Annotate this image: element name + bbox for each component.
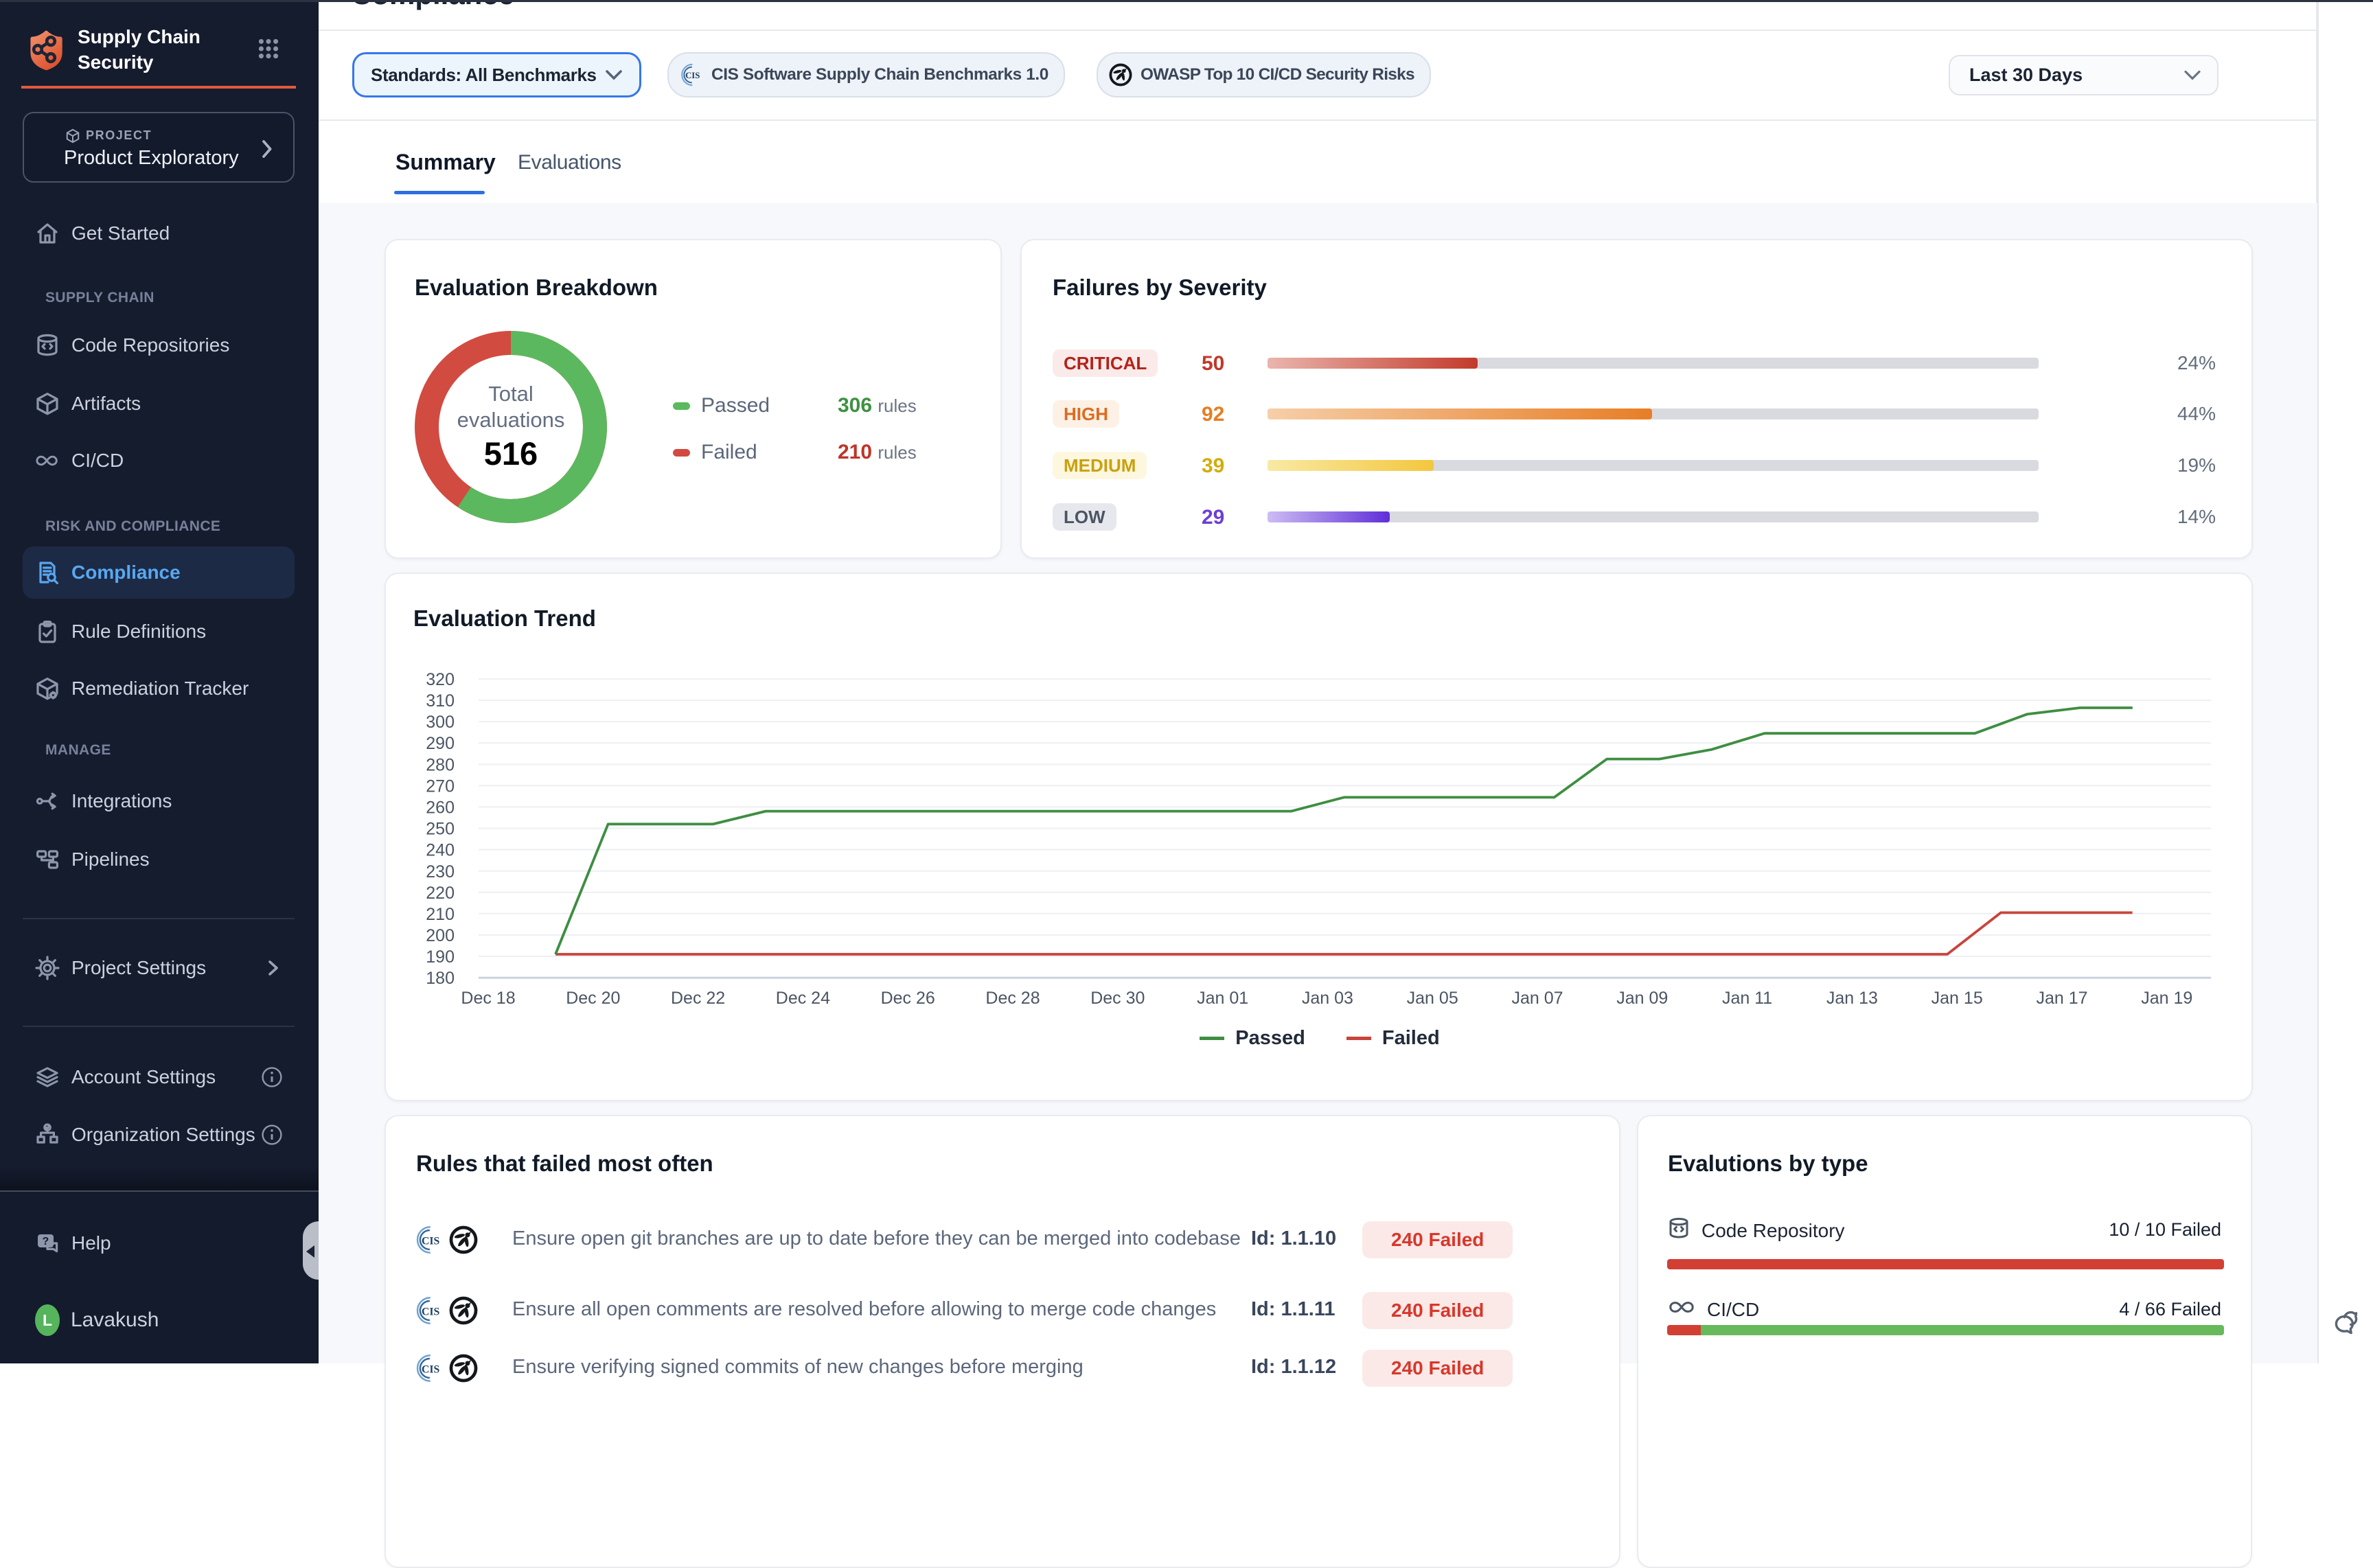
- svg-text:CIS: CIS: [685, 71, 700, 80]
- svg-text:Dec 22: Dec 22: [671, 989, 725, 1008]
- svg-text:CIS: CIS: [422, 1363, 440, 1375]
- svg-text:240: 240: [426, 841, 455, 860]
- svg-text:260: 260: [426, 798, 455, 817]
- svg-text:Jan 09: Jan 09: [1616, 989, 1668, 1008]
- svg-text:230: 230: [426, 862, 455, 881]
- svg-text:320: 320: [426, 670, 455, 689]
- svg-text:Dec 26: Dec 26: [881, 989, 935, 1008]
- svg-text:Jan 05: Jan 05: [1407, 989, 1458, 1008]
- svg-text:220: 220: [426, 884, 455, 903]
- svg-text:Dec 24: Dec 24: [776, 989, 830, 1008]
- svg-text:Dec 20: Dec 20: [566, 989, 620, 1008]
- svg-text:Jan 17: Jan 17: [2036, 989, 2087, 1008]
- svg-text:180: 180: [426, 969, 455, 988]
- svg-text:290: 290: [426, 734, 455, 753]
- svg-text:?: ?: [43, 1236, 49, 1247]
- svg-text:250: 250: [426, 820, 455, 839]
- svg-text:Jan 15: Jan 15: [1931, 989, 1983, 1008]
- svg-text:200: 200: [426, 926, 455, 945]
- svg-text:Jan 01: Jan 01: [1197, 989, 1248, 1008]
- svg-text:Dec 18: Dec 18: [461, 989, 515, 1008]
- svg-text:Jan 19: Jan 19: [2141, 989, 2192, 1008]
- svg-text:Jan 03: Jan 03: [1302, 989, 1353, 1008]
- svg-text:Jan 13: Jan 13: [1826, 989, 1878, 1008]
- svg-text:CIS: CIS: [422, 1235, 440, 1247]
- svg-text:210: 210: [426, 905, 455, 924]
- svg-text:Dec 28: Dec 28: [985, 989, 1040, 1008]
- svg-text:300: 300: [426, 713, 455, 732]
- svg-text:310: 310: [426, 691, 455, 711]
- svg-text:CIS: CIS: [422, 1306, 440, 1317]
- svg-text:190: 190: [426, 947, 455, 967]
- svg-text:Dec 30: Dec 30: [1090, 989, 1145, 1008]
- svg-text:Jan 11: Jan 11: [1722, 989, 1772, 1008]
- svg-text:Jan 07: Jan 07: [1511, 989, 1563, 1008]
- svg-text:270: 270: [426, 776, 455, 796]
- svg-text:280: 280: [426, 755, 455, 774]
